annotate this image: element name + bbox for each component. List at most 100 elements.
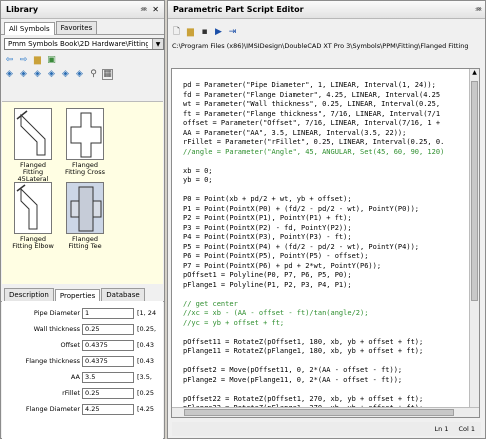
chevron-down-icon[interactable]: ▼ [152,39,163,49]
folder-icon[interactable]: ▆ [32,55,43,66]
property-label: AA [70,373,80,381]
property-row: Offset 0.4375 [0.43 [2,339,163,352]
editor-titlebar: Parametric Part Script Editor ♒ [168,1,485,19]
status-bar: Ln 1 Col 1 [172,422,481,436]
code-line: P7 = Point(PointX(P6) + pd + 2*wt, Point… [183,261,382,270]
lateral-fitting-icon [16,110,46,156]
rfillet-field[interactable]: 0.25 [82,388,134,399]
thumb-45lateral[interactable] [14,108,52,160]
code-line: offset = Parameter("Offset", 7/16, LINEA… [183,119,441,127]
wall-thickness-field[interactable]: 0.25 [82,324,134,335]
status-col: Col 1 [458,425,475,433]
tab-favorites[interactable]: Favorites [55,21,98,34]
pipe-diameter-field[interactable]: 1 [82,308,134,319]
close-icon[interactable]: ✕ [152,5,159,14]
code-line: pOffset22 = RotateZ(pOffset1, 270, xb, y… [183,394,424,403]
library-nav-toolbar: ⇦ ⇨ ▆ ▣ [1,53,164,67]
flange-thickness-field[interactable]: 0.4375 [82,356,134,367]
filter-icon[interactable]: ⚲ [88,69,99,80]
tab-description[interactable]: Description [4,288,54,301]
library-symbol-toolbar: ◈ ◈ ◈ ◈ ◈ ◈ ⚲ ▦ [1,67,164,81]
tab-database[interactable]: Database [101,288,145,301]
property-label: Flange Diameter [25,405,80,413]
scroll-thumb[interactable] [471,81,478,301]
property-label: rFillet [62,389,80,397]
property-label: Offset [60,341,80,349]
image-icon[interactable]: ▣ [46,55,57,66]
open-folder-icon[interactable]: ▆ [185,27,196,38]
code-editor[interactable]: pd = Parameter("Pipe Diameter", 1, LINEA… [171,68,480,418]
thumb-elbow[interactable] [14,182,52,234]
library-titlebar: Library ♒ ✕ [1,1,164,19]
pin-icon[interactable]: ♒ [140,5,147,14]
code-line: wt = Parameter("Wall thickness", 0.25, L… [183,100,441,108]
code-line: pd = Parameter("Pipe Diameter", 1, LINEA… [183,81,436,89]
forward-arrow-icon[interactable]: ⇨ [18,55,29,66]
thumb-cross[interactable] [66,108,104,160]
horizontal-scrollbar[interactable] [172,407,479,417]
property-row: Pipe Diameter 1 [1, 24 [2,307,163,320]
property-label: Pipe Diameter [33,309,80,317]
code-line: pFlange2 = Move(pFlange11, 0, 2*(AA - of… [183,375,403,384]
code-line: yb = 0; [183,176,213,184]
run-icon[interactable]: ▶ [213,27,224,38]
scroll-h-thumb[interactable] [184,409,454,416]
code-line: P4 = Point(PointX(P3), PointY(P3) - ft); [183,233,352,241]
library-tabs: All Symbols Favorites [1,19,164,35]
code-line: AA = Parameter("AA", 3.5, LINEAR, Interv… [183,128,407,137]
code-line: pOffset11 = RotateZ(pOffset1, 180, xb, y… [183,337,424,346]
property-range: [0.43 [137,357,155,365]
status-line: Ln 1 [434,425,449,433]
aa-field[interactable]: 3.5 [82,372,134,383]
step-icon[interactable]: ⇥ [227,27,238,38]
editor-toolbar: 🗋 ▆ ▪ ▶ ⇥ [168,25,485,39]
back-arrow-icon[interactable]: ⇦ [4,55,15,66]
script-path: C:\Program Files (x86)\IMSIDesign\Double… [172,42,469,50]
caption-cross: Flanged Fitting Cross [64,161,106,176]
code-line: fd = Parameter("Flange Diameter", 4.25, … [183,90,441,99]
symbol-tool-4-icon[interactable]: ◈ [46,69,57,80]
new-file-icon[interactable]: 🗋 [171,27,182,38]
symbol-tool-2-icon[interactable]: ◈ [18,69,29,80]
symbol-tool-3-icon[interactable]: ◈ [32,69,43,80]
properties-grid: Pipe Diameter 1 [1, 24 Wall thickness 0.… [2,301,163,439]
editor-title: Parametric Part Script Editor [173,5,304,14]
view-toggle-icon[interactable]: ▦ [102,68,113,80]
code-line: P6 = Point(PointX(P5), PointY(P5) - offs… [183,252,369,260]
library-path-combo[interactable]: Pmm Symbols Book\2D Hardware\Fitting ▼ [4,38,164,50]
scroll-up-icon[interactable]: ▲ [470,69,479,79]
caption-tee: Flanged Fitting Tee [68,235,102,250]
property-row: Wall thickness 0.25 [0.25, [2,323,163,336]
symbol-tool-1-icon[interactable]: ◈ [4,69,15,80]
code-line: pFlange11 = RotateZ(pFlange1, 180, xb, y… [183,347,424,355]
property-row: rFillet 0.25 [0.25 [2,387,163,400]
property-label: Wall thickness [33,325,80,333]
property-tabs: Description Properties Database [1,286,164,302]
code-line: P5 = Point(PointX(P4) + (fd/2 - pd/2 - w… [183,242,420,251]
vertical-scrollbar[interactable]: ▲ [469,69,479,409]
offset-field[interactable]: 0.4375 [82,340,134,351]
code-line: P3 = Point(PointX(P2) - fd, PointY(P2)); [183,223,352,232]
caption-elbow: Flanged Fitting Elbow [12,235,54,250]
property-range: [0.43 [137,341,155,349]
thumb-tee[interactable] [66,182,104,234]
property-label: Flange thickness [25,357,80,365]
tab-all-symbols[interactable]: All Symbols [4,22,55,35]
flange-diameter-field[interactable]: 4.25 [82,404,134,415]
code-line: xb = 0; [183,166,213,175]
symbol-gallery: Flanged Fitting 45Lateral Flanged Fittin… [2,101,163,284]
code-line: // get center [183,299,238,308]
property-row: Flange Diameter 4.25 [4.25 [2,403,163,416]
pin-icon[interactable]: ♒ [475,5,482,14]
code-line: pOffset2 = Move(pOffset11, 0, 2*(AA - of… [183,366,403,374]
symbol-tool-6-icon[interactable]: ◈ [74,69,85,80]
code-line: //angle = Parameter("Angle", 45, ANGULAR… [183,147,445,156]
code-line: P1 = Point(PointX(P0) + (fd/2 - pd/2 - w… [183,204,420,213]
library-title: Library [6,5,39,14]
symbol-tool-5-icon[interactable]: ◈ [60,69,71,80]
property-range: [4.25 [137,405,155,413]
property-range: [3.5, [137,373,152,381]
save-icon[interactable]: ▪ [199,27,210,38]
caption-45lateral: Flanged Fitting 45Lateral [17,161,49,183]
library-path-value: Pmm Symbols Book\2D Hardware\Fitting [8,40,148,48]
